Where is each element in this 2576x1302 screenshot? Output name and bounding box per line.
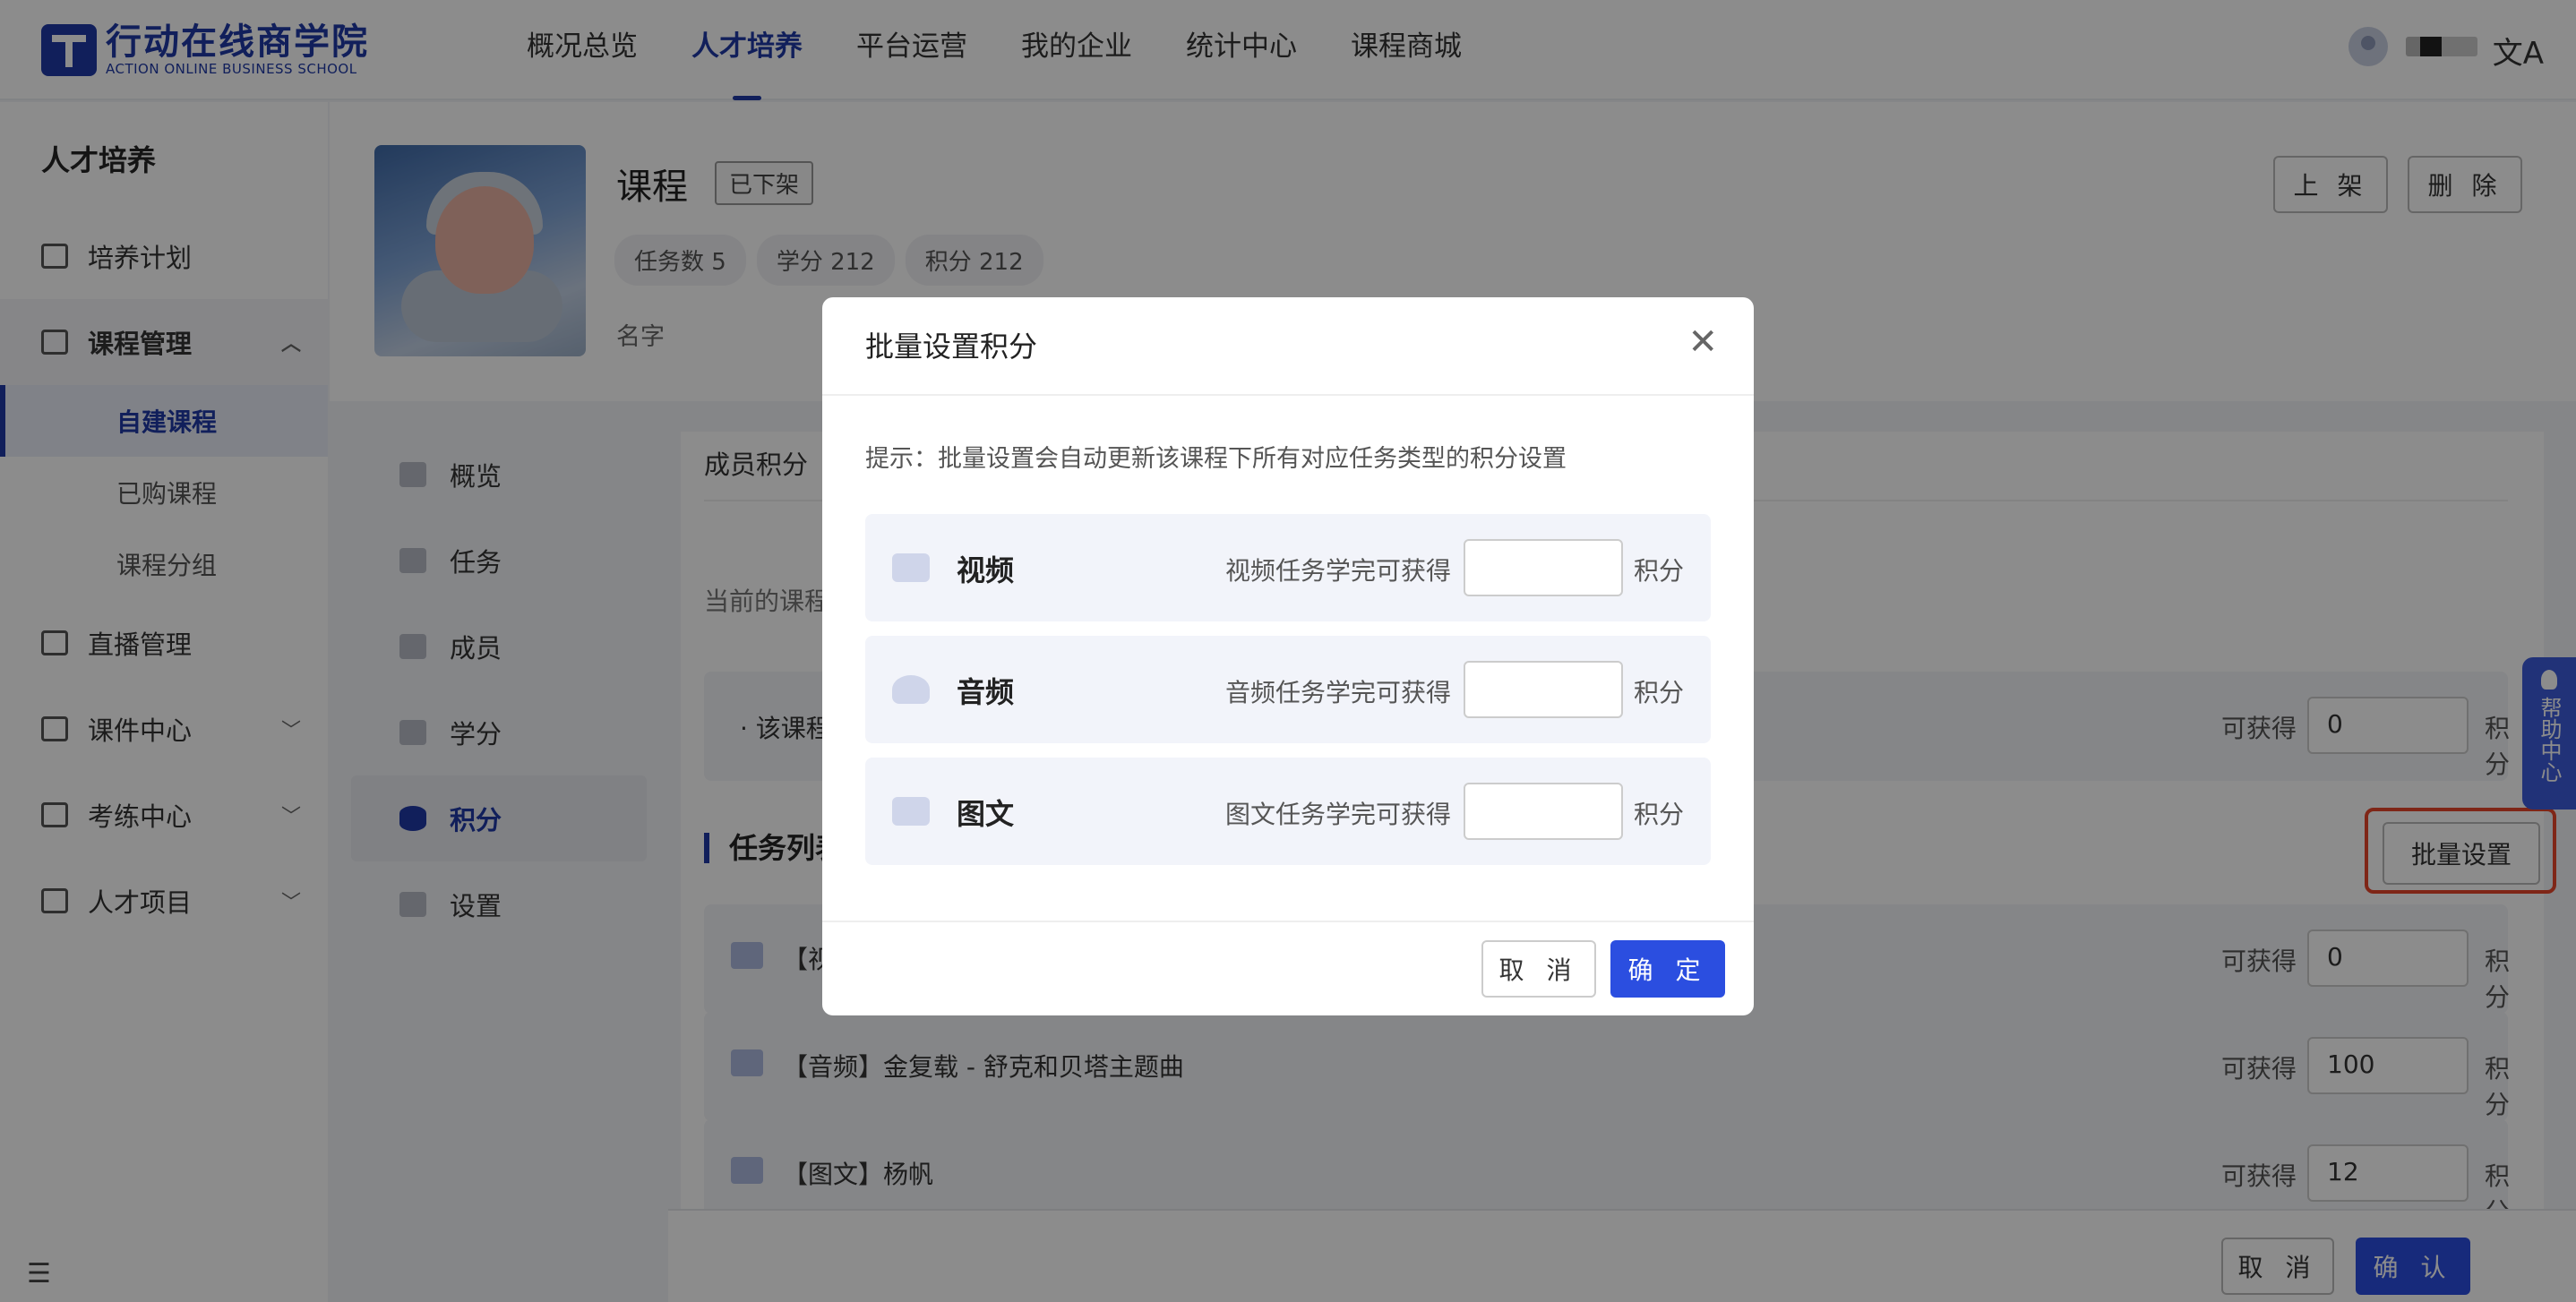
video-points-input[interactable] xyxy=(1464,539,1623,596)
video-icon xyxy=(892,553,930,582)
close-icon[interactable]: ✕ xyxy=(1687,324,1718,360)
audio-points-row: 音频 音频任务学完可获得 积分 xyxy=(865,636,1711,743)
audio-points-input[interactable] xyxy=(1464,661,1623,718)
dialog-title: 批量设置积分 xyxy=(865,330,1038,364)
dialog-cancel-button[interactable]: 取 消 xyxy=(1481,940,1596,998)
dialog-confirm-button[interactable]: 确 定 xyxy=(1610,940,1725,998)
batch-points-dialog: 批量设置积分 ✕ 提示：批量设置会自动更新该课程下所有对应任务类型的积分设置 视… xyxy=(822,297,1754,1015)
image-icon xyxy=(892,797,930,826)
video-points-row: 视频 视频任务学完可获得 积分 xyxy=(865,514,1711,621)
article-points-input[interactable] xyxy=(1464,783,1623,840)
article-points-row: 图文 图文任务学完可获得 积分 xyxy=(865,758,1711,865)
dialog-tip: 提示：批量设置会自动更新该课程下所有对应任务类型的积分设置 xyxy=(865,445,1567,473)
headphones-icon xyxy=(892,675,930,704)
